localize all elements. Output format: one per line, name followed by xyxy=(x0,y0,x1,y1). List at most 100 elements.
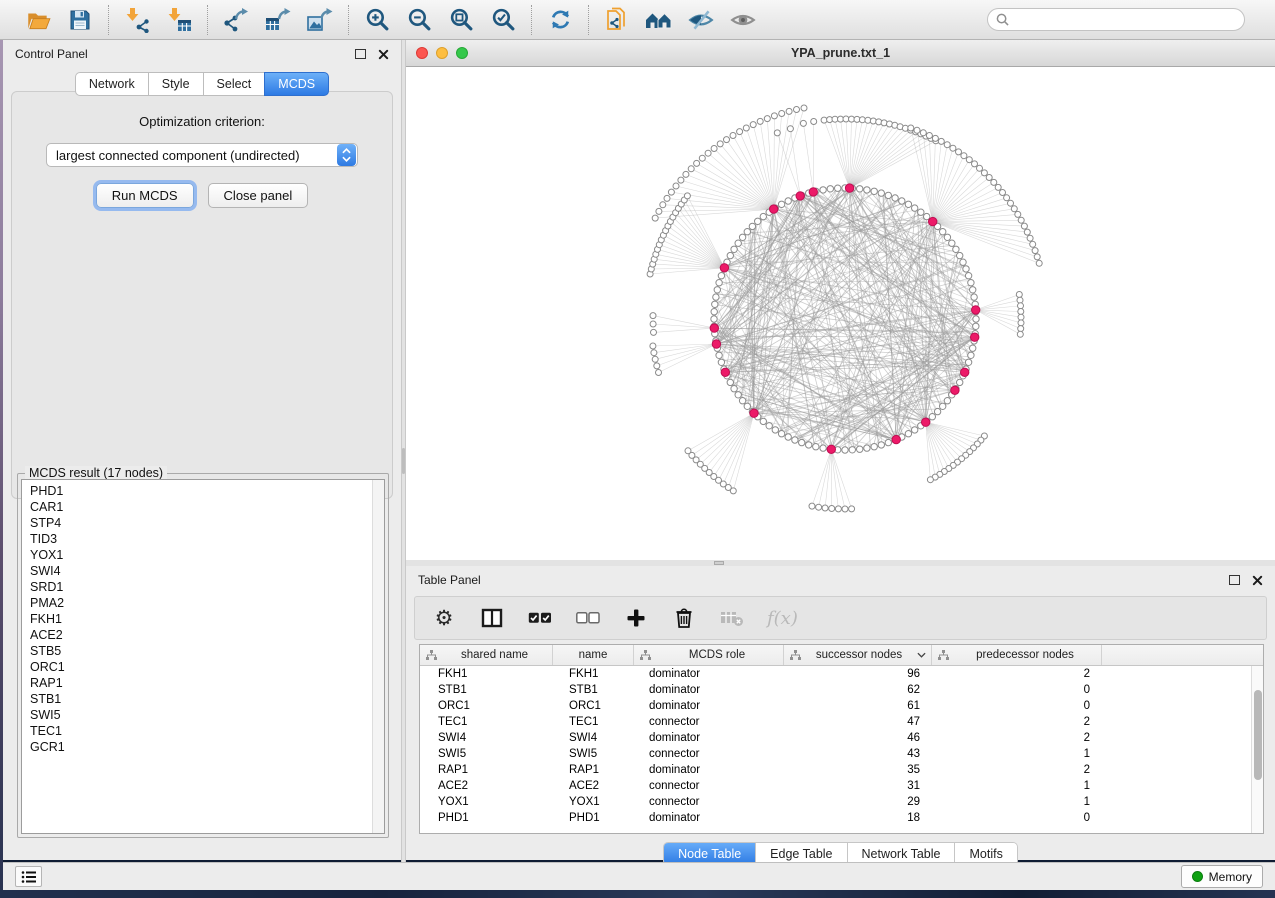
network-leaf-node[interactable] xyxy=(651,329,657,335)
network-node[interactable] xyxy=(760,213,766,219)
network-leaf-node[interactable] xyxy=(927,477,933,483)
mcds-node[interactable] xyxy=(721,368,729,376)
close-panel-button[interactable]: Close panel xyxy=(208,183,309,208)
network-leaf-node[interactable] xyxy=(920,130,926,136)
network-node[interactable] xyxy=(785,198,791,204)
network-node[interactable] xyxy=(778,431,784,437)
deselect-all-button[interactable] xyxy=(575,605,601,631)
table-vertical-scrollbar[interactable] xyxy=(1251,666,1263,833)
network-leaf-node[interactable] xyxy=(786,108,792,114)
mcds-result-item[interactable]: TEC1 xyxy=(22,723,371,739)
add-column-button[interactable] xyxy=(623,605,649,631)
network-leaf-node[interactable] xyxy=(908,125,914,131)
table-row[interactable]: ORC1ORC1dominator610 xyxy=(420,698,1251,714)
network-node[interactable] xyxy=(940,403,946,409)
network-node[interactable] xyxy=(929,414,935,420)
network-leaf-node[interactable] xyxy=(688,166,694,172)
mcds-result-item[interactable]: CAR1 xyxy=(22,499,371,515)
mcds-result-item[interactable]: ORC1 xyxy=(22,659,371,675)
mcds-node[interactable] xyxy=(845,184,853,192)
network-node[interactable] xyxy=(785,434,791,440)
network-leaf-node[interactable] xyxy=(757,118,763,124)
network-node[interactable] xyxy=(934,408,940,414)
zoom-in-button[interactable] xyxy=(363,6,391,34)
import-network-button[interactable] xyxy=(123,6,151,34)
network-node[interactable] xyxy=(940,229,946,235)
table-row[interactable]: ACE2ACE2connector311 xyxy=(420,778,1251,794)
network-leaf-node[interactable] xyxy=(652,356,658,362)
float-panel-icon[interactable] xyxy=(355,49,366,59)
export-table-button[interactable] xyxy=(264,6,292,34)
network-node[interactable] xyxy=(973,323,979,329)
network-leaf-node[interactable] xyxy=(986,175,992,181)
mcds-result-item[interactable]: SWI5 xyxy=(22,707,371,723)
network-node[interactable] xyxy=(892,195,898,201)
network-leaf-node[interactable] xyxy=(650,313,656,319)
network-leaf-node[interactable] xyxy=(711,146,717,152)
network-leaf-node[interactable] xyxy=(849,506,855,512)
window-minimize-button[interactable] xyxy=(436,47,448,59)
network-leaf-node[interactable] xyxy=(668,189,674,195)
network-leaf-node[interactable] xyxy=(1024,229,1030,235)
network-leaf-node[interactable] xyxy=(966,157,972,163)
homes-button[interactable] xyxy=(645,6,673,34)
mcds-node[interactable] xyxy=(720,264,728,272)
network-leaf-node[interactable] xyxy=(656,370,662,376)
network-node[interactable] xyxy=(806,442,812,448)
network-node[interactable] xyxy=(944,234,950,240)
network-node[interactable] xyxy=(731,246,737,252)
table-row[interactable]: TEC1TEC1connector472 xyxy=(420,714,1251,730)
tab-select[interactable]: Select xyxy=(203,72,265,96)
network-leaf-node[interactable] xyxy=(801,105,807,111)
network-node[interactable] xyxy=(970,345,976,351)
network-node[interactable] xyxy=(713,294,719,300)
network-node[interactable] xyxy=(735,240,741,246)
network-node[interactable] xyxy=(905,431,911,437)
task-history-button[interactable] xyxy=(15,866,42,887)
network-node[interactable] xyxy=(739,234,745,240)
network-leaf-node[interactable] xyxy=(673,183,679,189)
mcds-result-item[interactable]: STB1 xyxy=(22,691,371,707)
mcds-node[interactable] xyxy=(809,188,817,196)
network-leaf-node[interactable] xyxy=(724,137,730,143)
network-node[interactable] xyxy=(744,403,750,409)
mcds-node[interactable] xyxy=(961,368,969,376)
mcds-result-item[interactable]: SWI4 xyxy=(22,563,371,579)
network-node[interactable] xyxy=(973,316,979,322)
network-node[interactable] xyxy=(864,187,870,193)
network-leaf-node[interactable] xyxy=(809,503,815,509)
network-node[interactable] xyxy=(760,418,766,424)
document-network-button[interactable] xyxy=(603,6,631,34)
network-leaf-node[interactable] xyxy=(950,145,956,151)
network-node[interactable] xyxy=(871,444,877,450)
show-columns-button[interactable] xyxy=(479,605,505,631)
network-leaf-node[interactable] xyxy=(650,321,656,327)
mcds-node[interactable] xyxy=(929,217,937,225)
network-node[interactable] xyxy=(965,359,971,365)
network-leaf-node[interactable] xyxy=(1016,292,1022,298)
network-node[interactable] xyxy=(739,398,745,404)
column-header-predecessor-nodes[interactable]: predecessor nodes xyxy=(932,645,1102,665)
network-leaf-node[interactable] xyxy=(1021,223,1027,229)
network-leaf-node[interactable] xyxy=(660,202,666,208)
mcds-result-item[interactable]: PMA2 xyxy=(22,595,371,611)
network-leaf-node[interactable] xyxy=(1018,217,1024,223)
network-leaf-node[interactable] xyxy=(800,120,806,126)
mcds-node[interactable] xyxy=(922,418,930,426)
network-node[interactable] xyxy=(820,445,826,451)
network-leaf-node[interactable] xyxy=(717,141,723,147)
network-leaf-node[interactable] xyxy=(816,504,822,510)
network-node[interactable] xyxy=(744,229,750,235)
network-node[interactable] xyxy=(716,352,722,358)
network-leaf-node[interactable] xyxy=(1004,195,1010,201)
network-leaf-node[interactable] xyxy=(743,125,749,131)
mcds-result-item[interactable]: SRD1 xyxy=(22,579,371,595)
network-leaf-node[interactable] xyxy=(1000,190,1006,196)
network-node[interactable] xyxy=(963,266,969,272)
network-leaf-node[interactable] xyxy=(981,170,987,176)
network-leaf-node[interactable] xyxy=(705,150,711,156)
optimization-criterion-dropdown[interactable]: largest connected component (undirected) xyxy=(46,143,358,167)
network-node[interactable] xyxy=(718,359,724,365)
network-leaf-node[interactable] xyxy=(678,177,684,183)
network-node[interactable] xyxy=(827,186,833,192)
